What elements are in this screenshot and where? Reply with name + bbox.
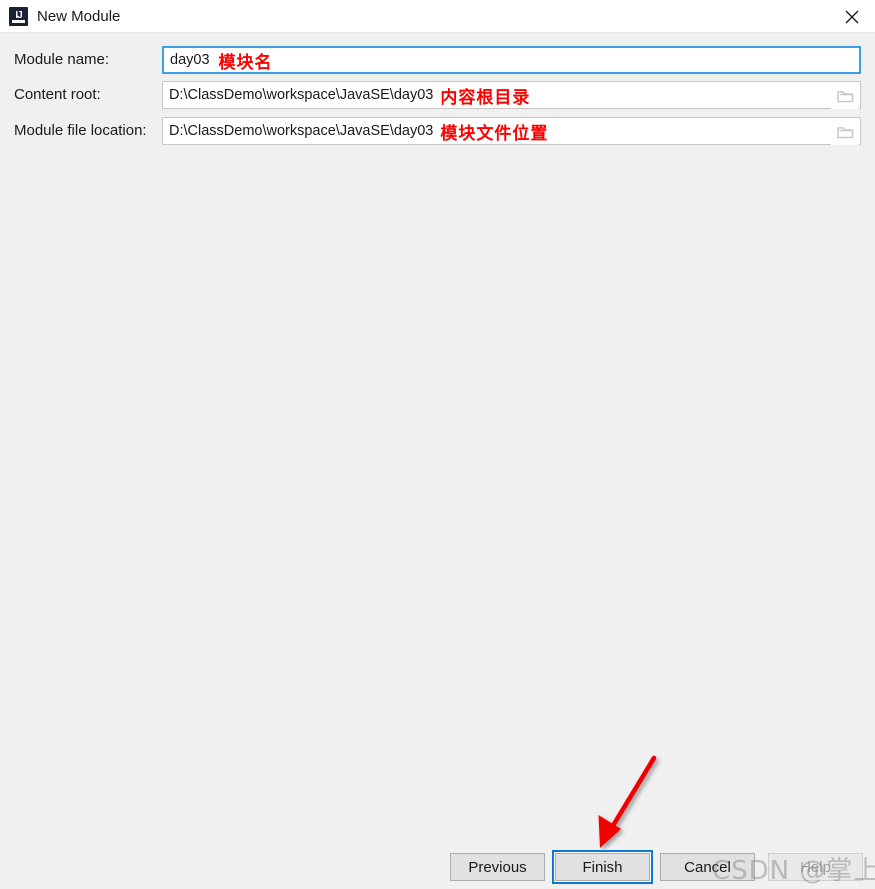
folder-icon [836,91,853,103]
cancel-button[interactable]: Cancel [660,853,755,881]
module-name-label: Module name: [14,51,110,68]
content-root-value: D:\ClassDemo\workspace\JavaSE\day03 [169,87,434,103]
annotation-content-root: 内容根目录 [440,87,531,108]
module-file-location-browse-button[interactable] [831,119,859,145]
help-button: Help [768,853,863,881]
finish-button[interactable]: Finish [555,853,650,881]
window-title: New Module [37,8,121,25]
module-file-location-input[interactable]: D:\ClassDemo\workspace\JavaSE\day03 模块文件… [162,117,861,145]
app-icon-glyph: IJ [15,9,22,21]
annotation-module-file-location: 模块文件位置 [440,123,549,144]
content-root-browse-button[interactable] [831,83,859,109]
content-root-label: Content root: [14,86,101,103]
module-file-location-label: Module file location: [14,122,147,139]
close-icon [845,10,859,23]
dialog-button-bar: Previous Finish Cancel Help [0,845,875,889]
intellij-idea-icon: IJ [9,7,28,26]
close-button[interactable] [829,0,875,33]
previous-button[interactable]: Previous [450,853,545,881]
red-arrow-icon [598,755,657,848]
module-name-input[interactable]: day03 模块名 [162,46,861,74]
form-row-module-file-location: Module file location: D:\ClassDemo\works… [0,117,875,145]
title-bar: IJ New Module [0,0,875,33]
content-root-input[interactable]: D:\ClassDemo\workspace\JavaSE\day03 内容根目… [162,81,861,109]
folder-icon [836,127,853,139]
app-icon-underline [12,20,25,23]
form-row-module-name: Module name: day03 模块名 [0,46,875,74]
module-file-location-value: D:\ClassDemo\workspace\JavaSE\day03 [169,123,434,139]
annotation-module-name: 模块名 [218,52,273,73]
module-name-value: day03 [170,52,210,68]
finish-button-focus-ring: Finish [552,850,653,884]
module-form: Module name: day03 模块名 Content root: D:\… [0,33,875,148]
form-row-content-root: Content root: D:\ClassDemo\workspace\Jav… [0,81,875,109]
